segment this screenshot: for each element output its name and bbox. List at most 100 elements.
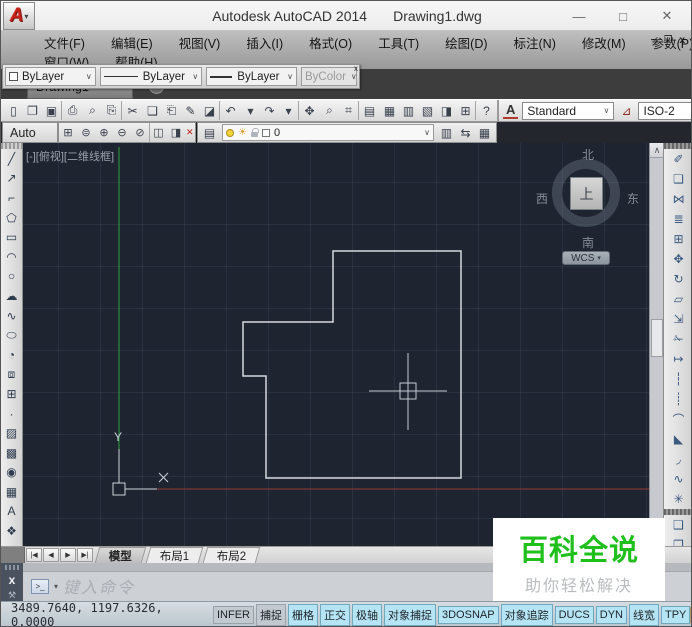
insert-block-icon[interactable]: ⧈ (1, 365, 22, 385)
zoom-realtime-icon[interactable]: ⌕ (320, 101, 339, 120)
mtext-icon[interactable]: A (1, 502, 22, 522)
properties-icon[interactable]: ▤ (358, 101, 380, 120)
viewport-toolbar-close-button[interactable]: ✕ (186, 127, 194, 138)
copy-icon[interactable]: ❏ (664, 169, 692, 189)
layout-tab[interactable]: 布局2 (203, 547, 261, 563)
vertical-scrollbar[interactable]: ∧ (649, 143, 663, 546)
zoom-window-icon[interactable]: ⌗ (339, 101, 358, 120)
layer-translate-icon[interactable]: ▦ (475, 123, 494, 142)
viewports-dialog-icon[interactable]: ⊞ (59, 123, 77, 142)
menu-item[interactable]: 标注(N) (501, 31, 569, 54)
convert-viewport-icon[interactable]: ◫ (149, 123, 167, 142)
erase-icon[interactable]: ✐ (664, 149, 692, 169)
table-icon[interactable]: ▦ (1, 482, 22, 502)
cut-icon[interactable]: ✂ (121, 101, 143, 120)
undo-caret-icon[interactable]: ▾ (241, 101, 260, 120)
tab-nav-button[interactable]: ▶ (60, 548, 76, 562)
match-properties-icon[interactable]: ✎ (181, 101, 200, 120)
coordinates-readout[interactable]: 3489.7640, 1197.6326, 0.0000 (5, 601, 213, 627)
ellipse-icon[interactable]: ⬭ (1, 325, 22, 345)
command-prompt-icon[interactable]: >_ (31, 579, 49, 594)
trim-icon[interactable]: ✁ (664, 329, 692, 349)
drawing-canvas[interactable]: [-][俯视][二维线框] Y 北 西 东 南 上 WCS ▾ (23, 143, 649, 546)
command-customize-icon[interactable]: ⚒ (8, 590, 16, 601)
rotate-icon[interactable]: ↻ (664, 269, 692, 289)
scrollbar-thumb[interactable] (651, 319, 663, 357)
tab-nav-button[interactable]: ▶| (77, 548, 93, 562)
layer-properties-manager-icon[interactable]: ▤ (200, 123, 219, 142)
scale-icon[interactable]: ▱ (664, 289, 692, 309)
region-icon[interactable]: ◉ (1, 463, 22, 483)
fillet-icon[interactable]: ◞ (664, 449, 692, 469)
status-toggle-button[interactable]: INFER (213, 606, 254, 624)
layout-tab[interactable]: 模型 (95, 547, 147, 563)
viewcube-south-label[interactable]: 南 (582, 234, 594, 251)
explode-icon[interactable]: ✳ (664, 489, 692, 509)
menu-item[interactable]: 修改(M) (569, 31, 639, 54)
sheet-set-icon[interactable]: ▧ (418, 101, 437, 120)
blend-icon[interactable]: ∿ (664, 469, 692, 489)
array-icon[interactable]: ⊞ (664, 229, 692, 249)
workspace-dropdown[interactable]: Auto (2, 122, 58, 143)
text-style-dropdown[interactable]: Standard ∨ (522, 102, 614, 120)
status-toggle-button[interactable]: 对象捕捉 (384, 604, 436, 626)
status-toggle-button[interactable]: TPY (661, 606, 690, 624)
status-toggle-button[interactable]: 正交 (320, 604, 350, 626)
polyline-icon[interactable]: ⌐ (1, 188, 22, 208)
minimize-button[interactable]: — (557, 9, 601, 24)
layer-dropdown[interactable]: ☀ 0 ∨ (222, 124, 434, 141)
viewcube[interactable]: 北 西 东 南 上 WCS ▾ (539, 149, 635, 267)
status-toggle-button[interactable]: DUCS (555, 606, 594, 624)
menu-item[interactable]: 视图(V) (166, 31, 234, 54)
status-toggle-button[interactable]: 3DOSNAP (438, 606, 499, 624)
viewcube-north-label[interactable]: 北 (582, 146, 594, 163)
move-icon[interactable]: ✥ (664, 249, 692, 269)
viewcube-top-face[interactable]: 上 (570, 177, 603, 210)
gradient-icon[interactable]: ▩ (1, 443, 22, 463)
dim-style-dropdown[interactable]: ISO-2 (638, 102, 692, 120)
join-icon[interactable]: ⌒ (664, 409, 692, 429)
linetype-control-dropdown[interactable]: ByLayer ∨ (100, 67, 203, 86)
vpclip-icon[interactable]: ◨ (167, 123, 185, 142)
text-style-icon[interactable]: A (503, 102, 518, 119)
color-control-dropdown[interactable]: ByLayer ∨ (5, 67, 96, 86)
command-window-grip[interactable]: x ⚒ (1, 563, 23, 601)
command-input-placeholder[interactable]: 键入命令 (63, 574, 135, 598)
maximize-button[interactable]: □ (601, 9, 645, 24)
markup-icon[interactable]: ◨ (437, 101, 456, 120)
redo-caret-icon[interactable]: ▾ (279, 101, 298, 120)
construction-line-icon[interactable]: ↗ (1, 169, 22, 189)
tab-nav-button[interactable]: |◀ (26, 548, 42, 562)
chamfer-icon[interactable]: ◣ (664, 429, 692, 449)
tab-nav-button[interactable]: ◀ (43, 548, 59, 562)
polygon-icon[interactable]: ⬠ (1, 208, 22, 228)
tool-palettes-icon[interactable]: ▥ (399, 101, 418, 120)
mdi-restore-button[interactable]: ❐ (663, 35, 672, 46)
break-icon[interactable]: ┊ (664, 389, 692, 409)
mdi-close-button[interactable]: x (679, 35, 685, 46)
revision-cloud-icon[interactable]: ☁ (1, 286, 22, 306)
extend-icon[interactable]: ↦ (664, 349, 692, 369)
status-toggle-button[interactable]: DYN (596, 606, 627, 624)
single-viewport-icon[interactable]: ⊜ (77, 123, 95, 142)
dim-style-icon[interactable]: ⊿ (621, 104, 631, 118)
command-close-button[interactable]: x (9, 573, 16, 587)
help-icon[interactable]: ? (475, 101, 497, 120)
menu-item[interactable]: 格式(O) (296, 31, 365, 54)
arc-icon[interactable]: ◠ (1, 247, 22, 267)
block-editor-icon[interactable]: ◪ (200, 101, 219, 120)
status-toggle-button[interactable]: 捕捉 (256, 604, 286, 626)
layer-states-icon[interactable]: ▥ (437, 123, 456, 142)
calculator-icon[interactable]: ⊞ (456, 101, 475, 120)
scroll-up-button[interactable]: ∧ (650, 143, 664, 158)
quick-select-icon[interactable]: ❖ (1, 521, 22, 541)
mdi-minimize-button[interactable]: − (651, 35, 657, 46)
layout-tab[interactable]: 布局1 (146, 547, 204, 563)
offset-icon[interactable]: ≣ (664, 209, 692, 229)
menu-item[interactable]: 绘图(D) (432, 31, 500, 54)
publish-icon[interactable]: ⎘ (102, 101, 121, 120)
point-icon[interactable]: · (1, 404, 22, 424)
plot-icon[interactable]: ⎙ (61, 101, 83, 120)
undo-icon[interactable]: ↶ (219, 101, 241, 120)
stretch-icon[interactable]: ⇲ (664, 309, 692, 329)
